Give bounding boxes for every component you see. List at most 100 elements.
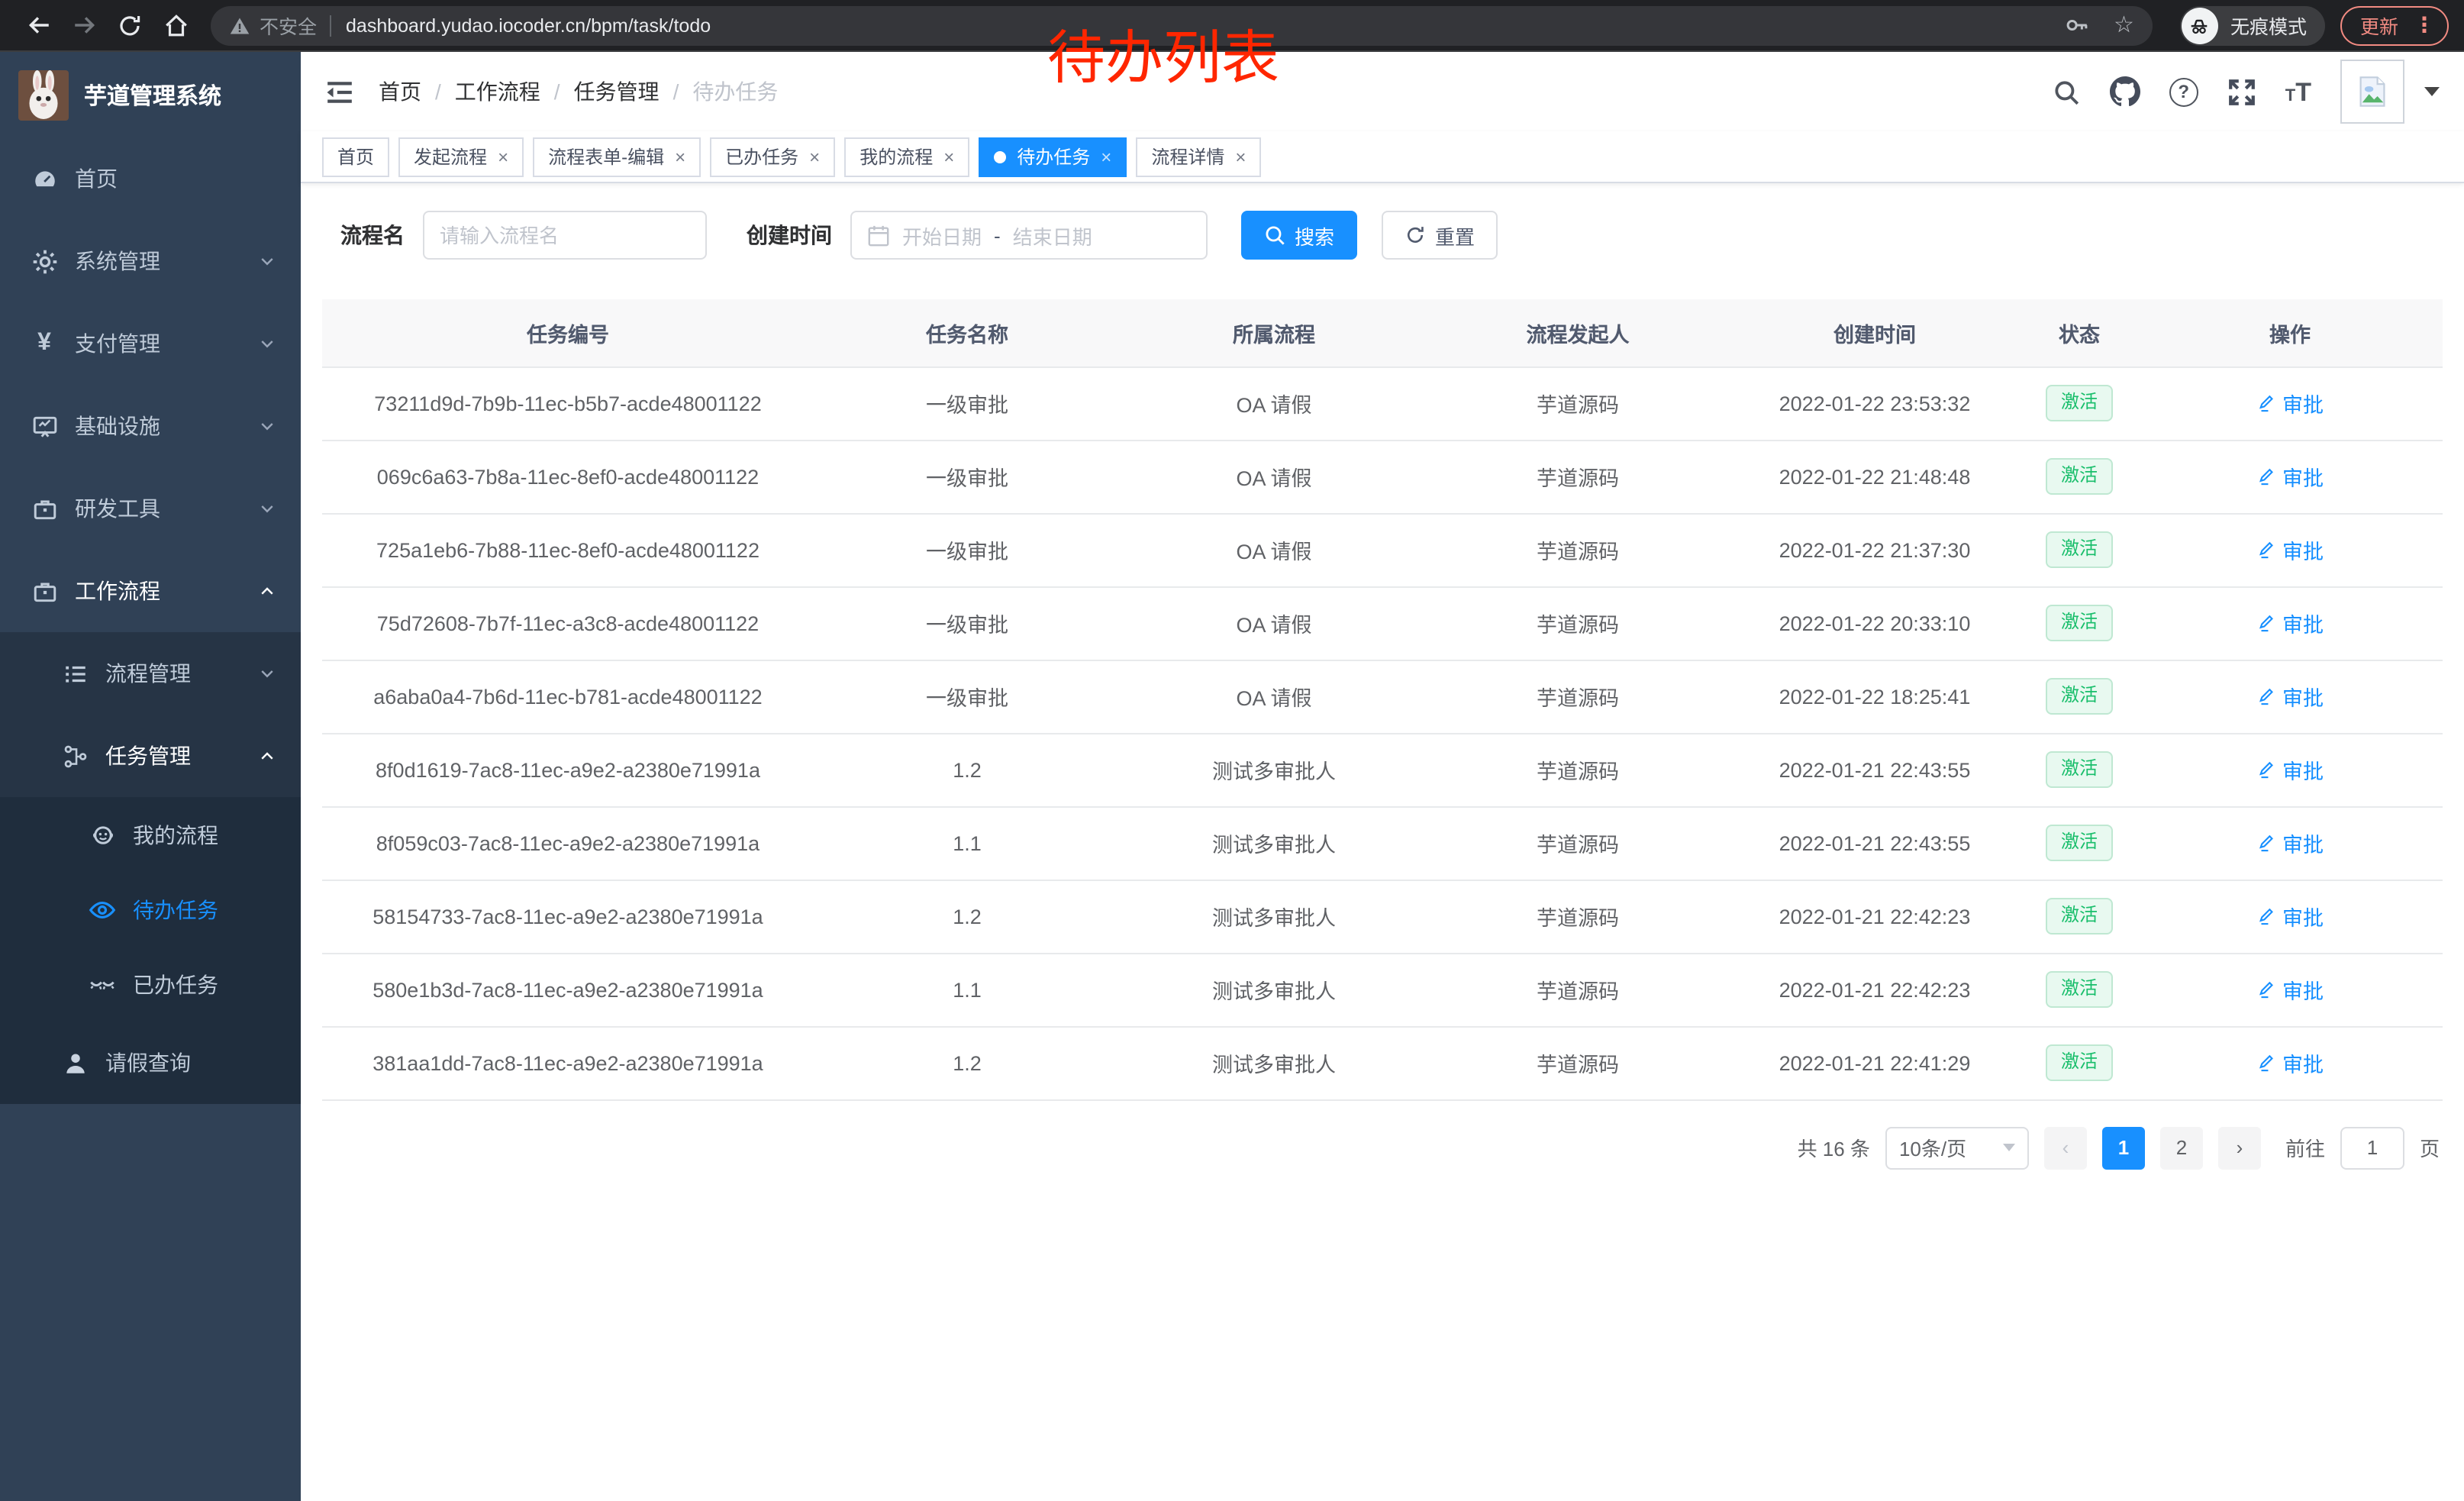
help-icon[interactable]: ? [2169,77,2198,106]
fullscreen-icon[interactable] [2227,77,2256,106]
tab-close-icon[interactable]: × [498,147,508,166]
broken-image-icon [2356,75,2389,108]
approve-link[interactable]: 审批 [2256,388,2324,418]
col-task-id: 任务编号 [322,299,814,366]
approve-label: 审批 [2282,534,2324,565]
sidebar-item-my-process[interactable]: 我的流程 [0,797,301,872]
sidebar-item-label: 支付管理 [75,328,160,359]
tab-home[interactable]: 首页 [322,137,389,176]
tab-close-icon[interactable]: × [1235,147,1246,166]
search-icon[interactable] [2052,77,2081,106]
cell-created: 2022-01-21 22:43:55 [1728,733,2021,806]
process-name-input[interactable] [423,211,707,260]
status-badge: 激活 [2046,825,2113,860]
breadcrumb-item[interactable]: 首页 [379,76,421,107]
sidebar-item-devtools[interactable]: 研发工具 [0,467,301,550]
approve-link[interactable]: 审批 [2256,754,2324,785]
breadcrumb-item[interactable]: 工作流程 [455,76,540,107]
tab-close-icon[interactable]: × [943,147,954,166]
breadcrumb-item[interactable]: 任务管理 [574,76,660,107]
sidebar-item-infra[interactable]: 基础设施 [0,385,301,467]
goto-page-input[interactable] [2340,1126,2404,1169]
next-page-button[interactable]: › [2218,1126,2261,1169]
tab-close-icon[interactable]: × [1101,147,1111,166]
cell-task-id: 73211d9d-7b9b-11ec-b5b7-acde48001122 [322,366,814,440]
approve-link[interactable]: 审批 [2256,534,2324,565]
status-badge: 激活 [2046,531,2113,567]
approve-link[interactable]: 审批 [2256,681,2324,712]
sidebar-item-workflow[interactable]: 工作流程 [0,550,301,632]
logo-row[interactable]: 芋道管理系统 [0,52,301,137]
reload-icon[interactable] [107,4,153,47]
update-button[interactable]: 更新 ⋮ [2340,5,2449,45]
cell-task-name: 一级审批 [814,366,1121,440]
cell-task-id: 8f0d1619-7ac8-11ec-a9e2-a2380e71991a [322,733,814,806]
tab-process-form-edit[interactable]: 流程表单-编辑 × [533,137,701,176]
github-icon[interactable] [2110,76,2140,107]
url-text: dashboard.yudao.iocoder.cn/bpm/task/todo [346,15,711,36]
search-button-label: 搜索 [1295,221,1334,250]
table-row: 8f059c03-7ac8-11ec-a9e2-a2380e71991a 1.1… [322,806,2443,880]
page-button-2[interactable]: 2 [2160,1126,2203,1169]
caret-down-icon[interactable] [2424,87,2440,96]
tab-my-process[interactable]: 我的流程 × [844,137,969,176]
approve-link[interactable]: 审批 [2256,901,2324,931]
page-size-select[interactable]: 10条/页 [1885,1126,2029,1169]
process-name-label: 流程名 [340,220,405,250]
tab-start-process[interactable]: 发起流程 × [398,137,524,176]
tab-close-icon[interactable]: × [675,147,685,166]
approve-link[interactable]: 审批 [2256,974,2324,1005]
cell-task-name: 1.2 [814,1026,1121,1099]
sidebar-item-home[interactable]: 首页 [0,137,301,220]
table-row: 069c6a63-7b8a-11ec-8ef0-acde48001122 一级审… [322,440,2443,513]
reset-button[interactable]: 重置 [1382,211,1498,260]
sidebar-item-leave-query[interactable]: 请假查询 [0,1022,301,1104]
fontsize-icon[interactable]: TT [2285,79,2311,105]
sidebar-item-task-mgmt[interactable]: 任务管理 [0,715,301,797]
tab-process-detail[interactable]: 流程详情 × [1136,137,1261,176]
col-starter: 流程发起人 [1427,299,1728,366]
tab-done-tasks[interactable]: 已办任务 × [710,137,835,176]
bookmark-star-icon[interactable]: ☆ [2114,14,2134,37]
back-icon[interactable] [15,4,61,47]
chevron-down-icon [258,417,276,435]
cell-created: 2022-01-22 20:33:10 [1728,586,2021,660]
chevron-down-icon [258,252,276,270]
sidebar-item-todo-tasks[interactable]: 待办任务 [0,872,301,947]
key-icon[interactable] [2063,12,2089,38]
goto-label: 前往 [2285,1133,2325,1162]
date-range-picker[interactable]: 开始日期 - 结束日期 [850,211,1208,260]
status-badge: 激活 [2046,458,2113,494]
breadcrumb-separator: / [435,79,441,104]
sidebar-item-process-mgmt[interactable]: 流程管理 [0,632,301,715]
table-row: 580e1b3d-7ac8-11ec-a9e2-a2380e71991a 1.1… [322,953,2443,1026]
chevron-up-icon [258,747,276,765]
incognito-badge: 无痕模式 [2180,5,2325,45]
url-divider [329,15,331,36]
sidebar-fold-icon[interactable] [325,77,354,106]
page-button-1[interactable]: 1 [2102,1126,2145,1169]
search-button[interactable]: 搜索 [1241,211,1357,260]
cell-created: 2022-01-22 18:25:41 [1728,660,2021,733]
approve-link[interactable]: 审批 [2256,1047,2324,1078]
cell-process: 测试多审批人 [1121,953,1427,1026]
tab-close-icon[interactable]: × [809,147,820,166]
forward-icon[interactable] [61,4,107,47]
approve-link[interactable]: 审批 [2256,461,2324,492]
approve-link[interactable]: 审批 [2256,608,2324,638]
sidebar-item-system[interactable]: 系统管理 [0,220,301,302]
cell-process: 测试多审批人 [1121,806,1427,880]
cell-starter: 芋道源码 [1427,440,1728,513]
sidebar-item-label: 研发工具 [75,493,160,524]
tab-todo-tasks[interactable]: 待办任务 × [979,137,1127,176]
calendar-icon [867,224,890,247]
approve-link[interactable]: 审批 [2256,828,2324,858]
cell-task-name: 1.2 [814,880,1121,953]
avatar[interactable] [2340,60,2404,124]
sidebar-item-done-tasks[interactable]: 已办任务 [0,947,301,1022]
status-badge: 激活 [2046,898,2113,934]
home-icon[interactable] [153,4,198,47]
prev-page-button[interactable]: ‹ [2044,1126,2087,1169]
browser-menu-icon[interactable]: ⋮ [2414,12,2435,38]
sidebar-item-payment[interactable]: ¥ 支付管理 [0,302,301,385]
